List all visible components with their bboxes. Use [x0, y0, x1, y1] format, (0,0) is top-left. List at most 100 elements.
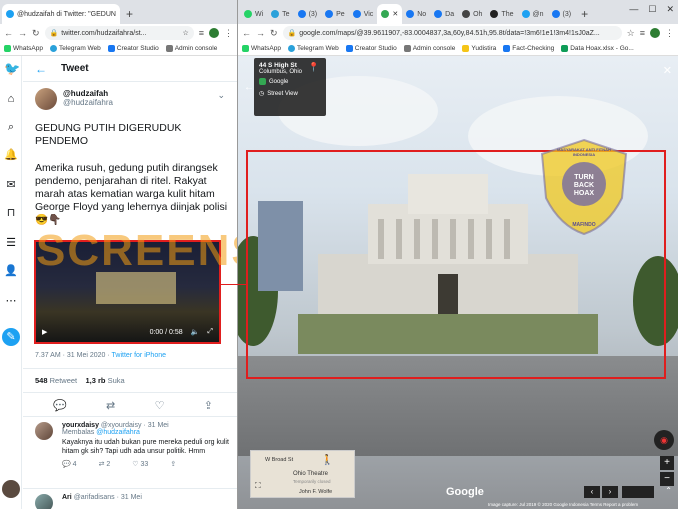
- tab-twitter[interactable]: @hudzaifah di Twitter: "GEDUN ✕: [2, 4, 120, 24]
- pegman-icon[interactable]: 🚶: [321, 455, 333, 466]
- bookmarks-icon[interactable]: ⊓: [4, 206, 18, 220]
- retweets-count[interactable]: 548: [35, 376, 48, 385]
- reply-author-name[interactable]: yourxdaisy: [62, 422, 99, 429]
- reply-reply-button[interactable]: 💬 4: [62, 460, 77, 468]
- explore-icon[interactable]: ⌕: [4, 120, 18, 134]
- bookmark-telegram[interactable]: Telegram Web: [50, 45, 101, 52]
- maximize-icon[interactable]: ☐: [648, 4, 656, 15]
- new-tab-button[interactable]: +: [575, 4, 594, 24]
- reply-like-button[interactable]: ♡ 33: [132, 460, 148, 468]
- tab-3[interactable]: (3): [294, 4, 322, 24]
- bookmark-fact-checking[interactable]: Fact-Checking: [503, 45, 554, 52]
- tab-11[interactable]: @n: [518, 4, 548, 24]
- replying-to-handle[interactable]: @hudzaifahra: [96, 429, 140, 436]
- nav-left-icon[interactable]: ‹: [584, 486, 600, 498]
- bookmark-admin-console[interactable]: Admin console: [165, 45, 217, 52]
- bookmark-yudistira[interactable]: Yudistira: [462, 45, 496, 52]
- star-icon[interactable]: ☆: [627, 28, 635, 39]
- street-view-panorama[interactable]: 44 S High St Columbus, Ohio Google ◷ Stre…: [238, 56, 678, 509]
- minimize-icon[interactable]: —: [629, 4, 638, 15]
- compose-tweet-button[interactable]: ✎: [2, 328, 20, 346]
- reply-avatar[interactable]: [35, 494, 53, 509]
- reload-icon[interactable]: ↻: [270, 28, 278, 39]
- bookmark-admin-console[interactable]: Admin console: [403, 45, 455, 52]
- author-handle[interactable]: @hudzaifahra: [63, 98, 113, 107]
- tab-9[interactable]: Oh: [458, 4, 486, 24]
- twitter-bird-icon[interactable]: 🐦: [4, 62, 20, 76]
- chevron-down-icon[interactable]: ⌄: [217, 90, 225, 101]
- expand-map-icon[interactable]: ⛶: [255, 481, 261, 491]
- tab-maps-active[interactable]: ✕: [377, 4, 403, 24]
- reply-author-name[interactable]: Ari: [62, 494, 72, 501]
- menu-dots-icon[interactable]: ⋮: [224, 28, 233, 39]
- tab-1[interactable]: Wi: [240, 4, 267, 24]
- share-icon[interactable]: ⇪: [204, 399, 213, 412]
- bookmark-data-hoax[interactable]: Data Hoax.xlsx - Go...: [561, 45, 634, 52]
- likes-label[interactable]: Suka: [108, 376, 125, 385]
- photo-strip-thumbnails[interactable]: [622, 486, 654, 498]
- back-arrow-icon[interactable]: ←: [244, 82, 254, 93]
- extensions-icon[interactable]: ≡: [640, 28, 645, 38]
- tab-7[interactable]: No: [402, 4, 430, 24]
- back-arrow-icon[interactable]: ←: [35, 62, 47, 76]
- lists-icon[interactable]: ☰: [4, 236, 18, 250]
- address-bar[interactable]: 🔒 twitter.com/hudzaifahra/st... ☆: [44, 26, 194, 40]
- tab-12[interactable]: (3): [548, 4, 576, 24]
- tab-8[interactable]: Da: [430, 4, 458, 24]
- reply-item[interactable]: yourxdaisy @xyourdaisy · 31 Mei Membalas…: [35, 422, 231, 468]
- zoom-out-button[interactable]: −: [660, 472, 674, 486]
- bookmark-telegram[interactable]: Telegram Web: [288, 45, 339, 52]
- forward-arrow-icon[interactable]: →: [18, 28, 27, 38]
- extensions-icon[interactable]: ≡: [199, 28, 204, 38]
- nav-right-icon[interactable]: ›: [602, 486, 618, 498]
- close-tab-icon[interactable]: ✕: [392, 10, 398, 18]
- close-window-icon[interactable]: ✕: [666, 4, 674, 15]
- fullscreen-icon[interactable]: ⤢: [207, 328, 213, 336]
- forward-arrow-icon[interactable]: →: [256, 28, 265, 38]
- reply-item[interactable]: Ari @arifadisans · 31 Mei: [35, 494, 231, 509]
- tab-5[interactable]: Vic: [349, 4, 378, 24]
- retweet-icon[interactable]: ⇄: [106, 399, 115, 412]
- mini-map[interactable]: W Broad St Ohio Theatre Temporarily clos…: [250, 450, 355, 498]
- back-arrow-icon[interactable]: ←: [242, 28, 251, 38]
- reply-avatar[interactable]: [35, 422, 53, 440]
- reload-icon[interactable]: ↻: [32, 28, 40, 39]
- bookmark-creator-studio[interactable]: Creator Studio: [107, 45, 159, 52]
- account-avatar[interactable]: [2, 480, 20, 498]
- tweet-source-link[interactable]: Twitter for iPhone: [112, 352, 166, 359]
- likes-count[interactable]: 1,3 rb: [85, 376, 105, 385]
- address-bar[interactable]: 🔒 google.com/maps/@39.9611907,-83.000483…: [282, 26, 622, 40]
- home-icon[interactable]: ⌂: [4, 92, 18, 106]
- author-display-name[interactable]: @hudzaifah: [63, 89, 113, 98]
- messages-icon[interactable]: ✉: [4, 178, 18, 192]
- bookmark-whatsapp[interactable]: WhatsApp: [4, 45, 43, 52]
- zoom-in-button[interactable]: +: [660, 456, 674, 470]
- menu-dots-icon[interactable]: ⋮: [665, 28, 674, 39]
- star-icon[interactable]: ☆: [182, 29, 188, 37]
- tab-2[interactable]: Te: [267, 4, 293, 24]
- tab-10[interactable]: The: [486, 4, 517, 24]
- profile-icon[interactable]: 👤: [4, 264, 18, 278]
- expand-up-icon[interactable]: ⌃: [665, 486, 672, 495]
- retweets-label[interactable]: Retweet: [50, 376, 78, 385]
- reply-retweet-button[interactable]: ⇄ 2: [99, 460, 111, 468]
- volume-icon[interactable]: 🔈: [191, 328, 200, 336]
- location-pin-icon[interactable]: 📍: [308, 62, 319, 73]
- tab-4[interactable]: Pe: [321, 4, 349, 24]
- profile-avatar-icon[interactable]: [650, 28, 660, 38]
- reply-share-icon[interactable]: ⇪: [170, 460, 176, 468]
- author-avatar[interactable]: [35, 88, 57, 110]
- bookmark-whatsapp[interactable]: WhatsApp: [242, 45, 281, 52]
- like-heart-icon[interactable]: ♡: [155, 399, 165, 412]
- profile-avatar-icon[interactable]: [209, 28, 219, 38]
- notifications-bell-icon[interactable]: 🔔: [4, 148, 18, 162]
- play-icon[interactable]: ▶: [42, 328, 47, 336]
- back-arrow-icon[interactable]: ←: [4, 28, 13, 38]
- more-icon[interactable]: ⋯: [4, 294, 18, 308]
- close-icon[interactable]: ✕: [663, 64, 672, 77]
- tweet-timestamp[interactable]: 7.37 AM · 31 Mei 2020 ·: [35, 352, 112, 359]
- reply-icon[interactable]: 💬: [53, 399, 67, 412]
- history-clock-icon[interactable]: ◷: [259, 90, 264, 97]
- compass-icon[interactable]: ◉: [654, 430, 674, 450]
- bookmark-creator-studio[interactable]: Creator Studio: [345, 45, 397, 52]
